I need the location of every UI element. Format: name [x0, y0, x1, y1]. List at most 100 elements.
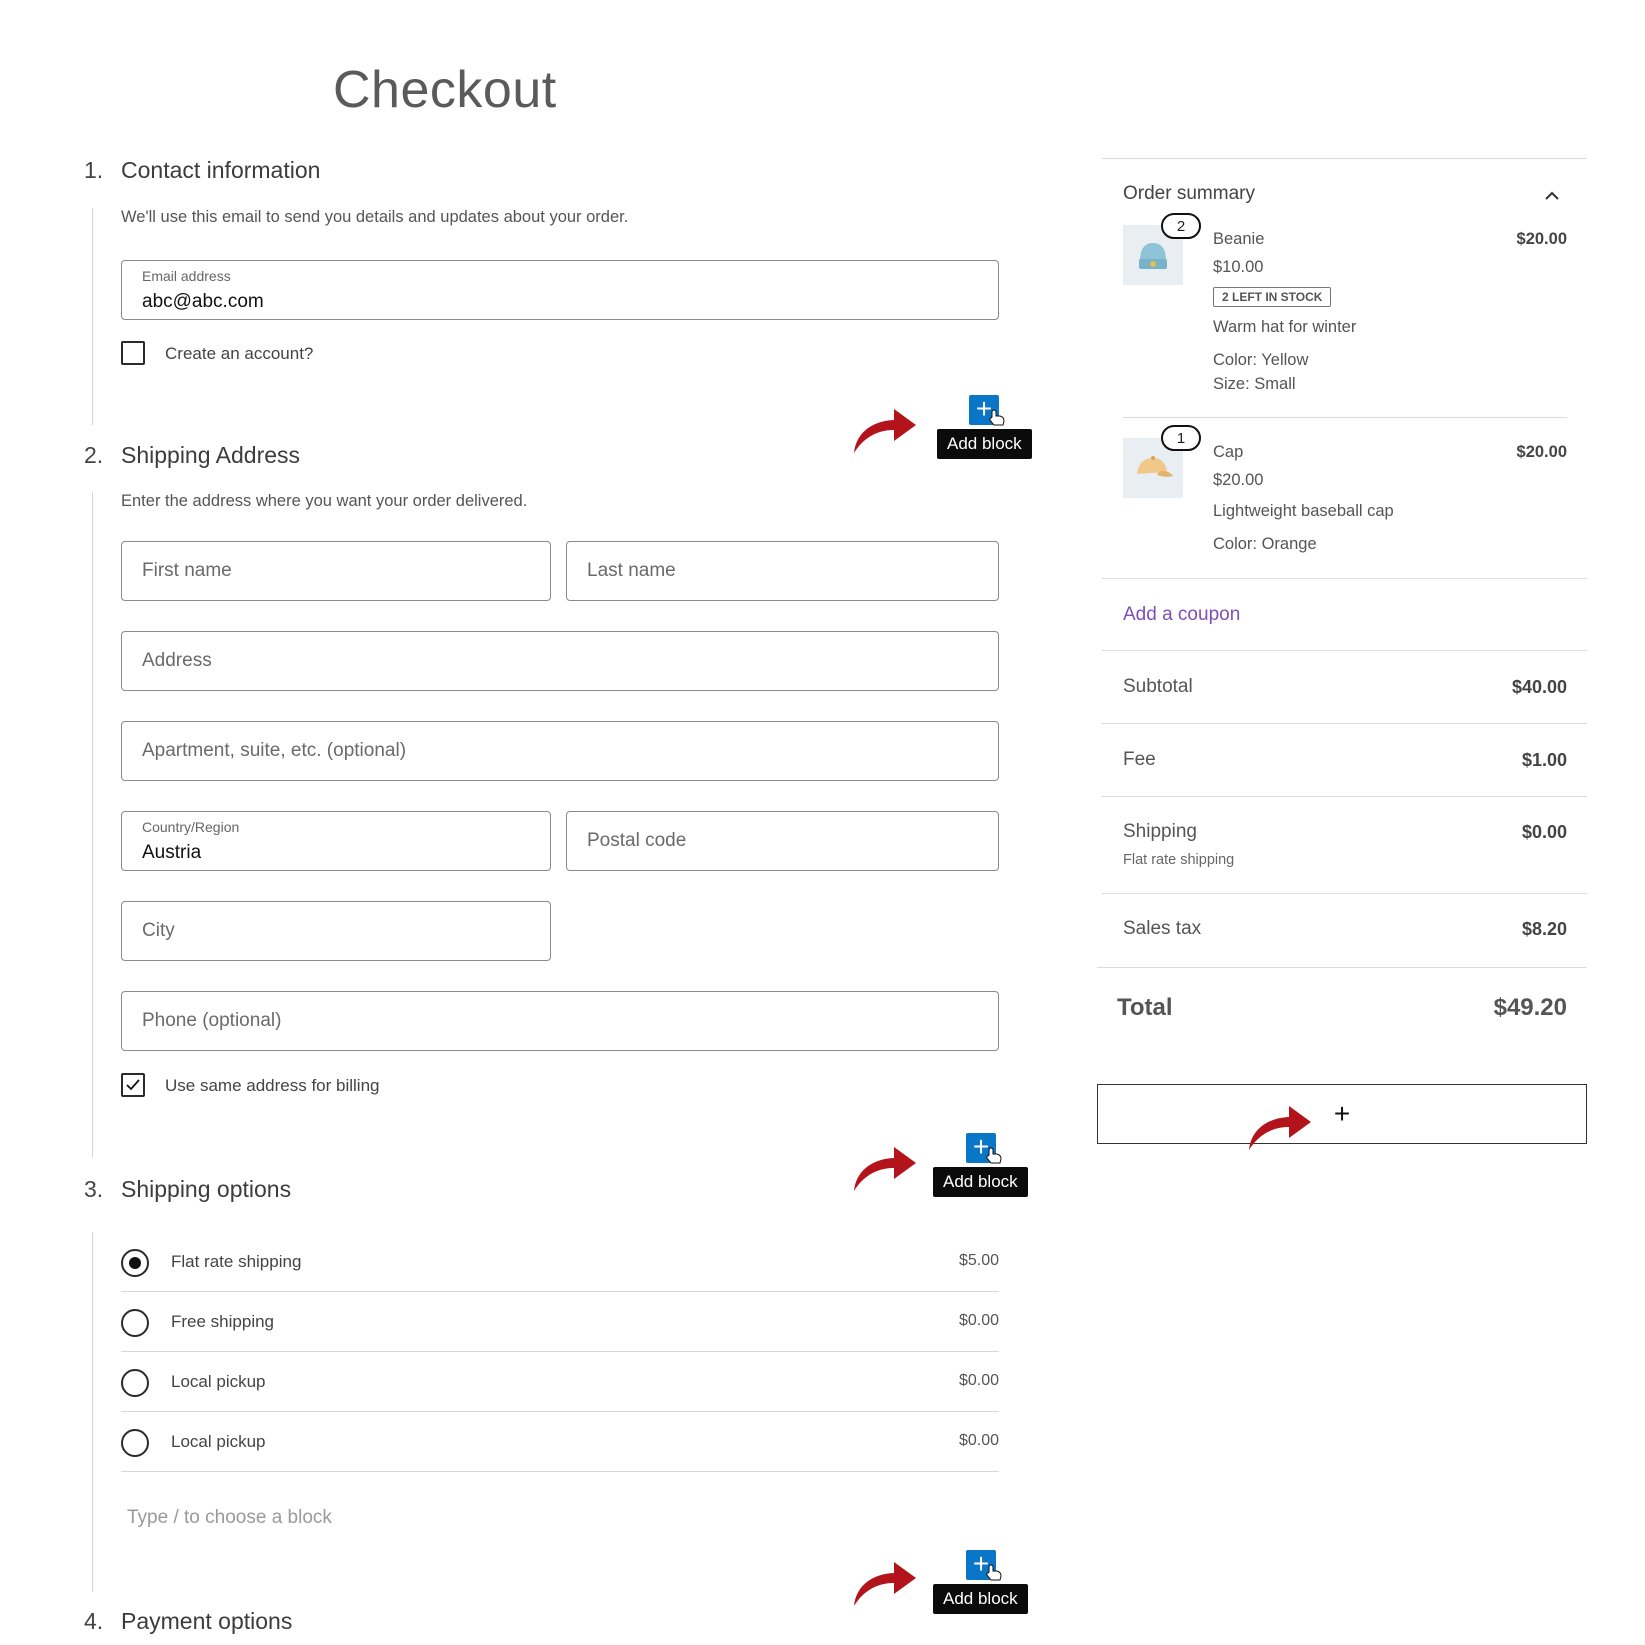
apartment-field[interactable]: Apartment, suite, etc. (optional): [121, 721, 999, 781]
divider: [1102, 723, 1587, 724]
divider: [1097, 967, 1587, 968]
email-value: abc@abc.com: [142, 291, 264, 312]
divider: [1102, 893, 1587, 894]
total-value: $49.20: [1493, 994, 1567, 1021]
step-title-shipping-address: Shipping Address: [121, 442, 301, 468]
add-coupon-link[interactable]: Add a coupon: [1123, 604, 1240, 626]
item-name: Cap: [1213, 443, 1244, 461]
create-account-checkbox[interactable]: [121, 341, 145, 365]
same-billing-checkbox[interactable]: [121, 1073, 145, 1097]
add-block-tooltip: Add block: [937, 429, 1032, 459]
step-title-payment: Payment options: [121, 1608, 293, 1634]
step-line: [92, 1232, 93, 1592]
divider: [1102, 578, 1587, 579]
step-number-contact: 1.: [84, 157, 104, 183]
first-name-placeholder: First name: [142, 560, 232, 581]
last-name-placeholder: Last name: [587, 560, 676, 581]
email-label: Email address: [142, 268, 231, 284]
add-block-tooltip: Add block: [933, 1584, 1028, 1614]
check-icon: [126, 1079, 140, 1091]
item-variation: Color: Yellow: [1213, 351, 1309, 369]
quantity-badge: 2: [1161, 213, 1201, 239]
block-type-hint[interactable]: Type / to choose a block: [127, 1507, 332, 1529]
apartment-placeholder: Apartment, suite, etc. (optional): [142, 740, 407, 761]
shipping-option-label: Local pickup: [171, 1372, 266, 1391]
first-name-field[interactable]: First name: [121, 541, 551, 601]
divider: [121, 1411, 999, 1412]
stock-badge: 2 LEFT IN STOCK: [1213, 287, 1332, 307]
shipping-option-label: Free shipping: [171, 1312, 275, 1331]
shipping-option-radio[interactable]: [121, 1309, 149, 1337]
divider: [1102, 158, 1587, 159]
country-value: Austria: [142, 842, 202, 863]
step-number-shipping-options: 3.: [84, 1176, 104, 1202]
country-select[interactable]: Country/Region Austria: [121, 811, 551, 871]
item-variation: Color: Orange: [1213, 535, 1317, 553]
fee-value: $1.00: [1521, 750, 1567, 770]
quantity-badge: 1: [1161, 425, 1201, 451]
shipping-option-price: $0.00: [958, 1432, 999, 1449]
item-total-price: $20.00: [1516, 230, 1567, 248]
item-variation: Size: Small: [1213, 375, 1296, 393]
fee-label: Fee: [1123, 749, 1156, 770]
arrow-icon: [1249, 1106, 1311, 1150]
shipping-option-label: Local pickup: [171, 1432, 266, 1451]
total-label: Total: [1117, 994, 1173, 1021]
divider: [121, 1471, 999, 1472]
page-title: Checkout: [333, 61, 557, 119]
order-summary-title[interactable]: Order summary: [1123, 183, 1255, 205]
address-placeholder: Address: [142, 650, 212, 671]
divider: [1102, 796, 1587, 797]
item-unit-price: $10.00: [1213, 258, 1264, 276]
same-billing-label: Use same address for billing: [165, 1076, 380, 1095]
divider: [1123, 417, 1567, 418]
plus-icon: +: [1333, 1098, 1351, 1129]
item-name: Beanie: [1213, 230, 1265, 248]
email-field[interactable]: Email address abc@abc.com: [121, 260, 999, 320]
item-description: Warm hat for winter: [1213, 318, 1357, 336]
divider: [121, 1291, 999, 1292]
postal-code-placeholder: Postal code: [587, 830, 687, 851]
step-description-shipping-address: Enter the address where you want your or…: [121, 492, 528, 510]
phone-placeholder: Phone (optional): [142, 1010, 282, 1031]
subtotal-label: Subtotal: [1123, 676, 1193, 697]
address-field[interactable]: Address: [121, 631, 999, 691]
city-field[interactable]: City: [121, 901, 551, 961]
item-description: Lightweight baseball cap: [1213, 502, 1394, 520]
create-account-label: Create an account?: [165, 344, 314, 363]
shipping-value: $0.00: [1521, 822, 1567, 842]
sales-tax-value: $8.20: [1521, 919, 1567, 939]
step-description-contact: We'll use this email to send you details…: [121, 208, 629, 226]
shipping-label: Shipping: [1123, 821, 1197, 842]
block-appender[interactable]: +: [1097, 1084, 1587, 1144]
step-number-shipping-address: 2.: [84, 442, 104, 468]
sales-tax-label: Sales tax: [1123, 918, 1202, 939]
step-title-contact: Contact information: [121, 157, 321, 183]
shipping-option-price: $0.00: [958, 1312, 999, 1329]
add-block-tooltip: Add block: [933, 1167, 1028, 1197]
last-name-field[interactable]: Last name: [566, 541, 999, 601]
cursor-hand-icon: [986, 1564, 1002, 1581]
arrow-icon: [854, 409, 916, 453]
divider: [121, 1351, 999, 1352]
subtotal-value: $40.00: [1511, 677, 1567, 697]
cursor-hand-icon: [986, 1147, 1002, 1164]
chevron-up-icon[interactable]: [1544, 189, 1560, 201]
divider: [1102, 650, 1587, 651]
shipping-option-price: $0.00: [958, 1372, 999, 1389]
step-line: [92, 492, 93, 1157]
step-title-shipping-options: Shipping options: [121, 1176, 292, 1202]
shipping-option-radio[interactable]: [121, 1369, 149, 1397]
shipping-method: Flat rate shipping: [1123, 852, 1235, 868]
country-label: Country/Region: [142, 819, 240, 835]
shipping-option-price: $5.00: [958, 1252, 999, 1269]
arrow-icon: [854, 1147, 916, 1191]
shipping-option-radio[interactable]: [121, 1249, 149, 1277]
item-total-price: $20.00: [1516, 443, 1567, 461]
shipping-option-radio[interactable]: [121, 1429, 149, 1457]
postal-code-field[interactable]: Postal code: [566, 811, 999, 871]
phone-field[interactable]: Phone (optional): [121, 991, 999, 1051]
step-line: [92, 208, 93, 425]
shipping-option-label: Flat rate shipping: [171, 1252, 302, 1271]
step-number-payment: 4.: [84, 1608, 104, 1634]
